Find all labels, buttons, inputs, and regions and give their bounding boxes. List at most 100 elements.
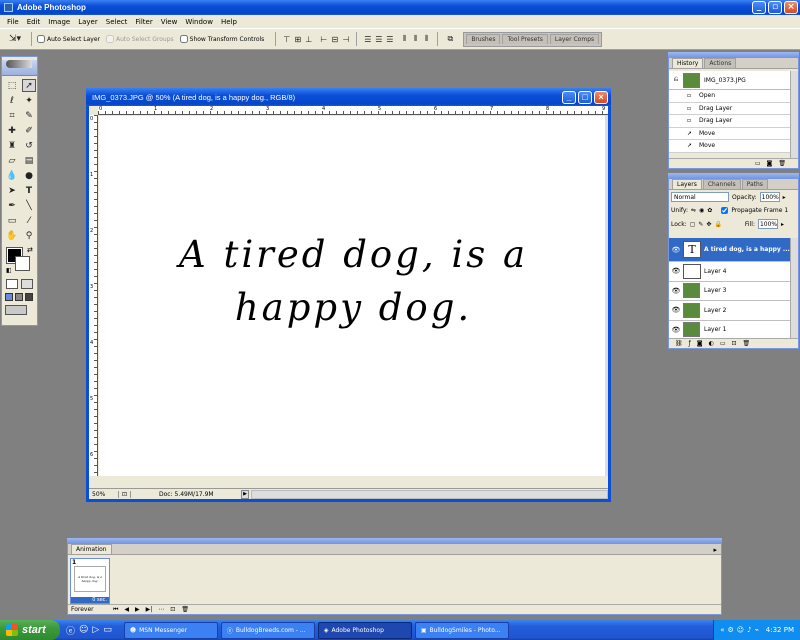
doc-maximize-button[interactable]: □ (578, 90, 592, 104)
history-scrollbar[interactable] (790, 71, 798, 159)
pen-tool-icon[interactable]: ✒ (5, 199, 19, 212)
lock-pixels-icon[interactable]: ✎ (698, 221, 703, 228)
doc-minimize-button[interactable]: _ (562, 90, 576, 104)
tab-paths[interactable]: Paths (741, 179, 768, 189)
start-button[interactable]: start (0, 620, 60, 640)
notes-tool-icon[interactable]: ▭ (5, 214, 19, 227)
opacity-input[interactable]: 100% (759, 192, 780, 202)
standard-mode-icon[interactable] (6, 279, 18, 289)
menu-image[interactable]: Image (44, 18, 74, 26)
history-item[interactable]: ▫ Drag Layer (669, 102, 791, 115)
zoom-tool-icon[interactable]: ⚲ (22, 229, 36, 242)
minimize-button[interactable]: _ (752, 1, 766, 14)
clone-stamp-tool-icon[interactable]: ♜ (5, 139, 19, 152)
eraser-tool-icon[interactable]: ▱ (5, 154, 19, 167)
layer-row[interactable]: 👁 Layer 3 (669, 281, 791, 301)
crop-tool-icon[interactable]: ⌗ (5, 109, 19, 122)
doc-close-button[interactable]: × (594, 90, 608, 104)
document-horizontal-scrollbar[interactable] (251, 489, 608, 499)
history-item[interactable]: ▫ Drag Layer (669, 115, 791, 128)
type-tool-icon[interactable]: T (22, 184, 36, 197)
visibility-eye-icon[interactable]: 👁 (669, 306, 683, 314)
opacity-slider-arrow-icon[interactable]: ▸ (783, 194, 786, 201)
unify-style-icon[interactable]: ✿ (707, 207, 712, 214)
taskbar-item-browser[interactable]: ⓔ BulldogBreeds.com - ... (220, 621, 315, 639)
menu-help[interactable]: Help (217, 18, 241, 26)
new-group-icon[interactable]: ▭ (720, 340, 726, 347)
link-layers-icon[interactable]: ⛓ (675, 340, 683, 347)
lock-all-icon[interactable]: 🔒 (714, 221, 721, 228)
history-brush-source-icon[interactable]: ⎌ (669, 76, 683, 84)
layer-mask-icon[interactable]: ◙ (697, 340, 703, 347)
gradient-tool-icon[interactable]: ▤ (22, 154, 36, 167)
dodge-tool-icon[interactable]: ● (22, 169, 36, 182)
messenger-icon[interactable]: ☺ (79, 625, 88, 635)
document-canvas[interactable]: A tired dog, is a happy dog. (99, 116, 608, 476)
lasso-tool-icon[interactable]: ℓ (5, 94, 19, 107)
move-tool-preset-icon[interactable]: ⇲▾ (4, 34, 26, 45)
layer-row[interactable]: 👁 Layer 4 (669, 262, 791, 282)
new-layer-icon[interactable]: ⊡ (732, 340, 737, 347)
propagate-frame-checkbox[interactable] (721, 207, 729, 214)
tab-layers[interactable]: Layers (672, 179, 702, 189)
first-frame-icon[interactable]: ⏮ (113, 606, 118, 614)
frame-delay[interactable]: 0 sec. (71, 597, 109, 603)
blur-tool-icon[interactable]: 💧 (5, 169, 19, 182)
slice-tool-icon[interactable]: ✎ (22, 109, 36, 122)
eyedropper-tool-icon[interactable]: ⁄ (22, 214, 36, 227)
unify-position-icon[interactable]: ⇋ (691, 207, 696, 214)
duplicate-frame-icon[interactable]: ⊡ (170, 606, 175, 613)
distribute-top-icon[interactable]: ☰ (362, 34, 373, 45)
menu-edit[interactable]: Edit (23, 18, 45, 26)
close-button[interactable]: × (784, 1, 798, 14)
go-to-imageready-icon[interactable]: ⧉ (443, 34, 457, 45)
background-color-swatch[interactable] (15, 256, 30, 271)
default-colors-icon[interactable]: ◧ (6, 267, 12, 274)
full-screen-menu-mode-icon[interactable] (15, 293, 23, 301)
tray-icon[interactable]: ⌁ (755, 626, 759, 634)
line-tool-icon[interactable]: ╲ (22, 199, 36, 212)
align-left-icon[interactable]: ⊢ (318, 34, 329, 45)
align-top-icon[interactable]: ⊤ (281, 34, 292, 45)
delete-layer-icon[interactable]: 🗑 (743, 340, 751, 347)
history-item[interactable]: ➚ Move (669, 127, 791, 140)
document-vertical-scrollbar[interactable] (605, 115, 608, 476)
show-desktop-icon[interactable]: ▭ (103, 625, 112, 635)
taskbar-item-msn[interactable]: ☻ MSN Messenger (123, 621, 218, 639)
clock[interactable]: 4:32 PM (766, 626, 794, 634)
tray-icon[interactable]: ♪ (747, 626, 751, 634)
history-item[interactable]: ➚ Move (669, 140, 791, 153)
brush-tool-icon[interactable]: ✐ (22, 124, 36, 137)
lock-transparency-icon[interactable]: ▢ (690, 221, 696, 228)
visibility-eye-icon[interactable]: 👁 (669, 267, 683, 275)
tray-icon[interactable]: ⚙ (728, 626, 734, 634)
fill-input[interactable]: 100% (757, 219, 778, 229)
distribute-left-icon[interactable]: ⦀ (399, 34, 410, 45)
move-tool-icon[interactable]: ➚ (22, 79, 36, 92)
menu-layer[interactable]: Layer (74, 18, 102, 26)
tab-actions[interactable]: Actions (704, 58, 737, 68)
layer-style-icon[interactable]: ƒ (689, 340, 691, 347)
tab-history[interactable]: History (672, 58, 704, 68)
previous-frame-icon[interactable]: ◀ (124, 606, 129, 613)
swap-colors-icon[interactable]: ⇄ (27, 246, 33, 254)
adjustment-layer-icon[interactable]: ◐ (709, 340, 714, 347)
jump-to-imageready-icon[interactable] (5, 305, 27, 315)
status-options-icon[interactable]: ⊡ (119, 490, 131, 498)
tween-icon[interactable]: ⋯ (158, 606, 164, 613)
menu-filter[interactable]: Filter (131, 18, 156, 26)
visibility-eye-icon[interactable]: 👁 (669, 326, 683, 334)
distribute-bottom-icon[interactable]: ☰ (384, 34, 395, 45)
fill-slider-arrow-icon[interactable]: ▸ (781, 221, 784, 228)
align-hcenter-icon[interactable]: ⊟ (329, 34, 340, 45)
loop-select[interactable]: Forever (71, 606, 107, 613)
taskbar-item-photoshop[interactable]: ◈ Adobe Photoshop (317, 621, 412, 639)
restore-button[interactable]: ▫ (768, 1, 782, 14)
standard-screen-mode-icon[interactable] (5, 293, 13, 301)
animation-menu-icon[interactable]: ▸ (713, 546, 717, 554)
layer-row-text[interactable]: 👁 T A tired dog, is a happy ... (669, 238, 791, 262)
delete-frame-icon[interactable]: 🗑 (181, 606, 189, 613)
magic-wand-tool-icon[interactable]: ✦ (22, 94, 36, 107)
tray-icon[interactable]: ☺ (737, 626, 744, 634)
internet-explorer-icon[interactable]: ⓔ (66, 624, 75, 637)
